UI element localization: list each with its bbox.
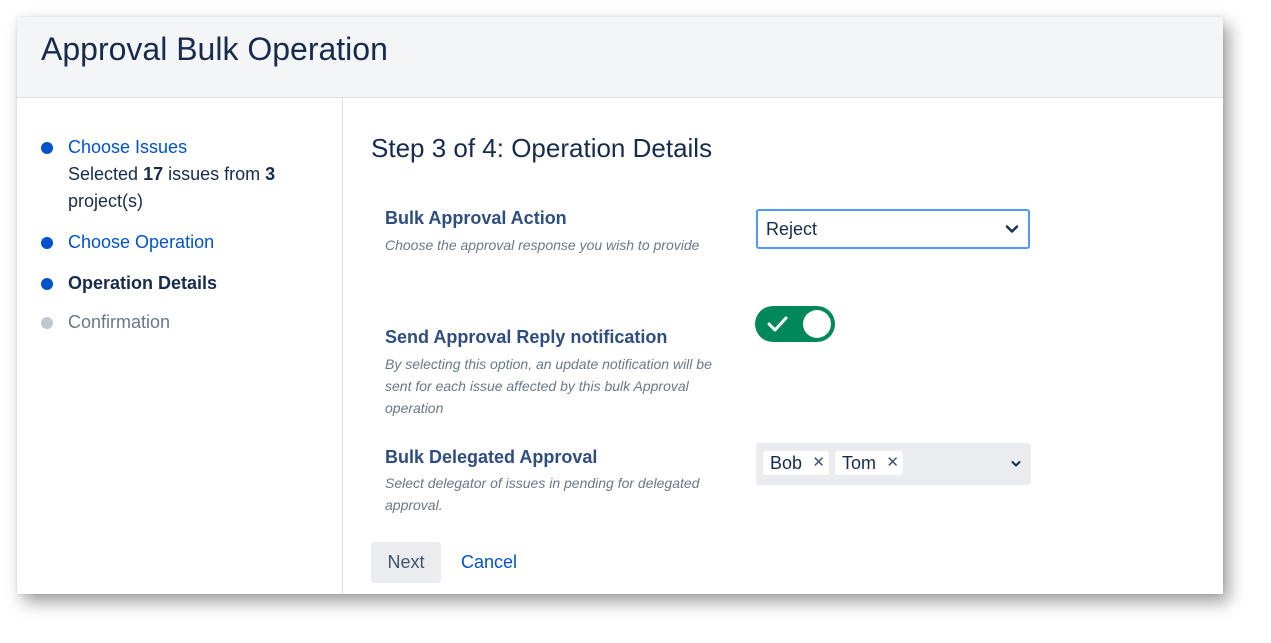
notification-description: By selecting this option, an update noti… [385,356,712,416]
notification-toggle[interactable] [755,306,835,342]
delegator-tag-label: Bob [770,453,803,473]
step-pending-dot [41,317,53,329]
bulk-operation-dialog: Approval Bulk Operation Choose Issues Se… [17,17,1223,594]
step-link-choose-issues[interactable]: Choose Issues [68,137,187,157]
delegator-multi-select[interactable]: Bob ✕ Tom ✕ [756,443,1031,485]
steps-sidebar: Choose Issues Selected 17 issues from 3 … [17,98,343,594]
chevron-down-icon [1005,225,1019,233]
close-icon[interactable]: ✕ [812,451,825,475]
delegator-tag: Bob ✕ [763,451,829,475]
bulk-approval-action-label: Bulk Approval Action [385,208,567,228]
step-label-confirmation: Confirmation [68,312,171,332]
check-icon [767,316,788,332]
project-count: 3 [265,164,276,184]
issue-count: 17 [143,164,164,184]
summary-middle: issues from [168,164,261,184]
dialog-title: Approval Bulk Operation [41,31,388,67]
chevron-down-icon[interactable] [1010,458,1022,470]
notification-label: Send Approval Reply notification [385,327,668,347]
step-choose-operation: Choose Operation [41,229,318,256]
close-icon[interactable]: ✕ [886,451,899,475]
summary-suffix: project(s) [68,191,144,211]
step-done-dot [41,237,53,249]
delegator-tag: Tom ✕ [835,451,903,475]
step-label-operation-details: Operation Details [68,273,218,293]
dialog-header: Approval Bulk Operation [17,17,1223,98]
cancel-button[interactable]: Cancel [461,542,517,583]
delegated-approval-description: Select delegator of issues in pending fo… [385,475,700,513]
delegated-approval-label: Bulk Delegated Approval [385,447,598,467]
page-title: Step 3 of 4: Operation Details [371,133,713,163]
step-link-choose-operation[interactable]: Choose Operation [68,229,318,256]
toggle-knob [803,310,831,338]
delegator-tag-label: Tom [842,453,877,473]
step-operation-details: Operation Details [41,270,318,297]
step-current-dot [41,278,53,290]
summary-prefix: Selected [68,164,139,184]
next-button[interactable]: Next [371,542,441,583]
step-done-dot [41,142,53,154]
bulk-approval-action-select[interactable]: Reject [756,209,1030,249]
selected-action-value: Reject [766,219,818,239]
selection-summary: Selected 17 issues from 3 project(s) [68,164,275,211]
bulk-approval-action-description: Choose the approval response you wish to… [385,237,700,253]
step-confirmation: Confirmation [41,309,318,336]
operation-details-panel: Step 3 of 4: Operation Details Bulk Appr… [343,98,1223,594]
step-text: Choose Issues Selected 17 issues from 3 … [68,134,318,215]
step-choose-issues: Choose Issues Selected 17 issues from 3 … [41,134,318,215]
